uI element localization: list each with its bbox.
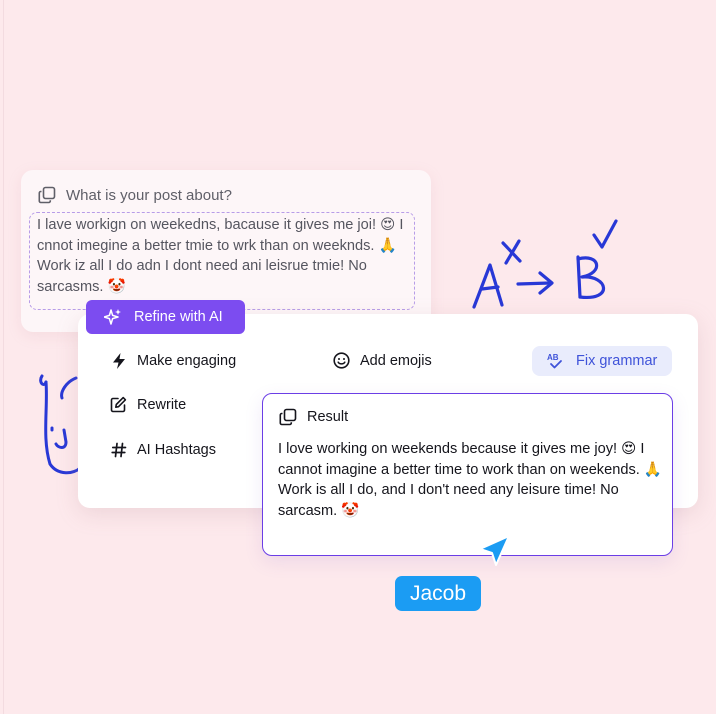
make-engaging-label: Make engaging xyxy=(137,353,237,369)
lightning-icon xyxy=(113,353,125,369)
fix-grammar-label: Fix grammar xyxy=(576,353,658,369)
result-header: Result xyxy=(279,408,348,426)
cursor-arrow-icon xyxy=(479,535,510,566)
smile-icon xyxy=(333,352,350,369)
result-text: I love working on weekends because it gi… xyxy=(278,441,663,519)
ai-hashtags-button[interactable]: AI Hashtags xyxy=(111,442,216,458)
add-emojis-button[interactable]: Add emojis xyxy=(333,352,432,369)
rewrite-label: Rewrite xyxy=(137,396,187,413)
spell-check-icon: AB xyxy=(547,353,562,369)
rewrite-button[interactable]: Rewrite xyxy=(110,396,186,413)
grammar-doodle xyxy=(472,219,618,309)
left-edge-line xyxy=(3,0,4,714)
svg-text:AB: AB xyxy=(547,353,559,362)
make-engaging-button[interactable]: Make engaging xyxy=(111,352,236,370)
copy-icon xyxy=(38,186,56,204)
post-text: I lave workign on weekedns, bacause it g… xyxy=(37,217,404,295)
hashtag-icon xyxy=(111,442,127,458)
add-emojis-label: Add emojis xyxy=(360,352,432,369)
result-card: Result I love working on weekends becaus… xyxy=(262,393,673,556)
fix-grammar-button[interactable]: AB Fix grammar xyxy=(532,346,672,376)
edit-icon xyxy=(110,396,127,413)
ai-hashtags-label: AI Hashtags xyxy=(137,442,216,458)
input-label: What is your post about? xyxy=(66,186,232,204)
input-header: What is your post about? xyxy=(38,186,232,204)
result-label: Result xyxy=(307,409,349,425)
refine-label: Refine with AI xyxy=(134,309,223,325)
refine-with-ai-button[interactable]: Refine with AI xyxy=(86,300,245,334)
collaborator-name-tag: Jacob xyxy=(395,576,481,611)
copy-icon[interactable] xyxy=(279,408,297,426)
sparkles-icon xyxy=(104,309,121,325)
